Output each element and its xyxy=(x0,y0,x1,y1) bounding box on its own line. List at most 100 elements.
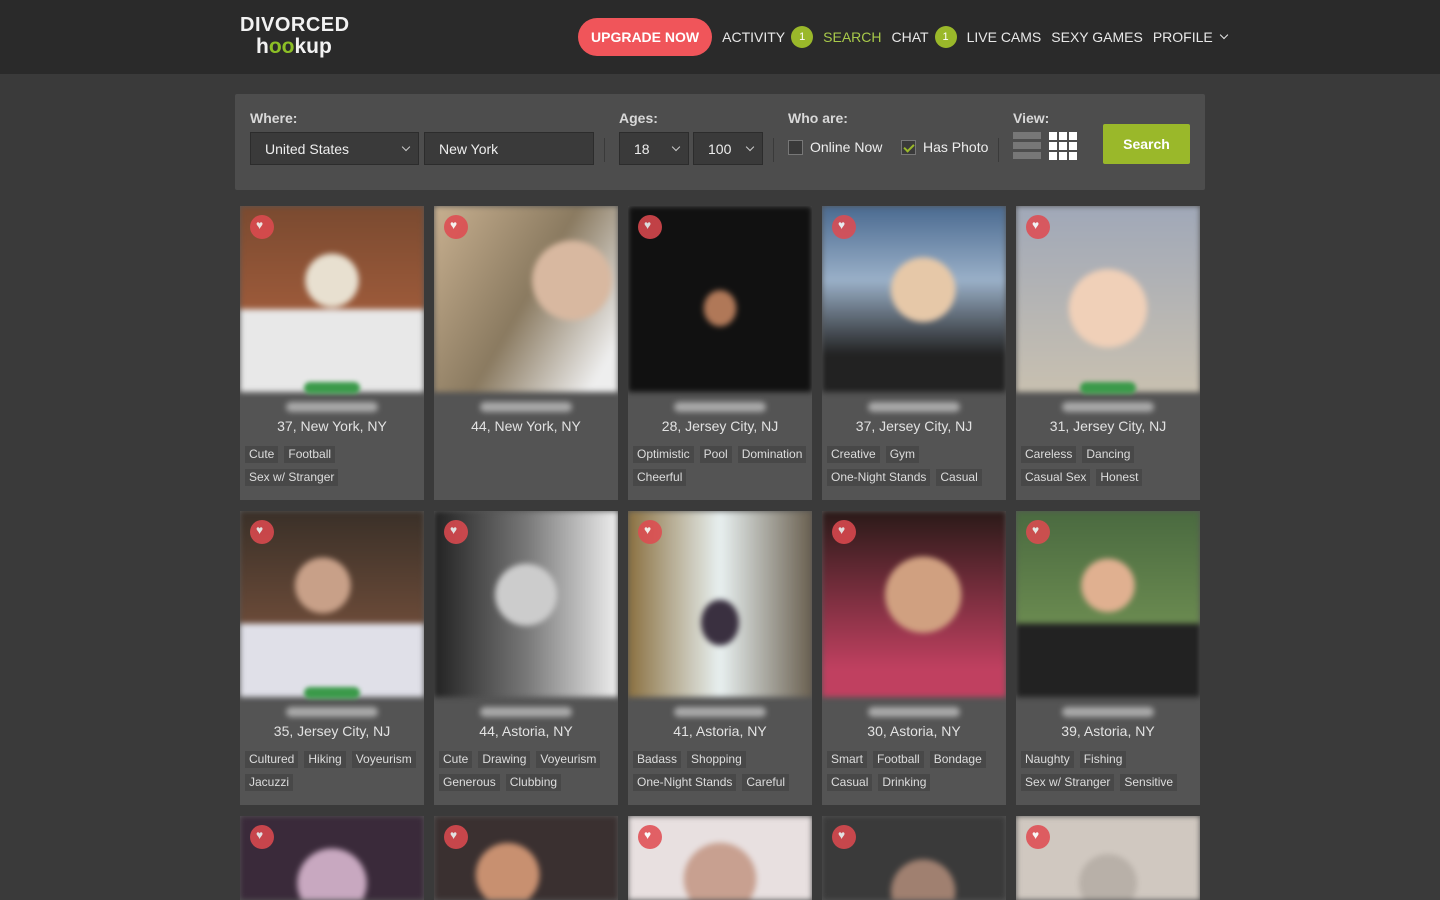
username-blurred[interactable] xyxy=(1062,402,1154,412)
heart-icon[interactable] xyxy=(250,825,274,849)
online-now-checkbox[interactable]: Online Now xyxy=(788,139,882,155)
online-badge xyxy=(1080,382,1136,394)
heart-icon[interactable] xyxy=(250,520,274,544)
nav-sexy-games[interactable]: SEXY GAMES xyxy=(1051,29,1143,45)
profile-card[interactable]: 44, New York, NY xyxy=(434,206,618,500)
profile-card[interactable] xyxy=(1016,816,1200,900)
heart-icon[interactable] xyxy=(638,825,662,849)
username-blurred[interactable] xyxy=(480,402,572,412)
country-select[interactable]: United States xyxy=(250,132,419,165)
interest-tag: Badass xyxy=(633,751,682,768)
interest-tag: Smart xyxy=(827,751,868,768)
checkbox-checked-icon xyxy=(901,139,916,155)
heart-icon[interactable] xyxy=(638,215,662,239)
nav-activity-label: ACTIVITY xyxy=(722,29,786,45)
profile-card[interactable]: 37, Jersey City, NJ Creative Gym One-Night … xyxy=(822,206,1006,500)
heart-icon[interactable] xyxy=(1026,825,1050,849)
main-nav: UPGRADE NOW ACTIVITY 1 SEARCH CHAT 1 LIV… xyxy=(578,18,1237,56)
heart-icon[interactable] xyxy=(1026,520,1050,544)
heart-icon[interactable] xyxy=(444,215,468,239)
nav-profile[interactable]: PROFILE xyxy=(1152,29,1228,45)
interest-tag: Gym xyxy=(885,446,920,463)
profile-card[interactable]: 39, Astoria, NY Naughty Fishing Sex w/ Stra… xyxy=(1016,511,1200,805)
username-blurred[interactable] xyxy=(674,402,766,412)
where-label: Where: xyxy=(250,110,298,126)
search-button[interactable]: Search xyxy=(1103,124,1190,164)
divider xyxy=(998,138,999,162)
interest-tag: Football xyxy=(873,751,924,768)
profile-card[interactable]: 44, Astoria, NY Cute Drawing Voyeurism Gener… xyxy=(434,511,618,805)
interest-tag: One-Night Stands xyxy=(827,469,931,486)
profile-location: 41, Astoria, NY xyxy=(673,723,767,739)
logo-line-2: hookup xyxy=(240,36,350,58)
nav-search[interactable]: SEARCH xyxy=(823,29,881,45)
nav-live-cams[interactable]: LIVE CAMS xyxy=(967,29,1042,45)
heart-icon[interactable] xyxy=(832,520,856,544)
heart-icon[interactable] xyxy=(832,215,856,239)
profile-card[interactable]: 35, Jersey City, NJ Cultured Hiking Voyeuri… xyxy=(240,511,424,805)
interest-tag: Voyeurism xyxy=(536,751,601,768)
site-logo[interactable]: DIVORCED hookup xyxy=(240,14,350,60)
profile-location: 37, Jersey City, NJ xyxy=(855,418,973,434)
heart-icon[interactable] xyxy=(1026,215,1050,239)
heart-icon[interactable] xyxy=(638,520,662,544)
username-blurred[interactable] xyxy=(868,402,960,412)
profile-location: 37, New York, NY xyxy=(277,418,387,434)
profile-location: 35, Jersey City, NJ xyxy=(273,723,391,739)
top-header: DIVORCED hookup UPGRADE NOW ACTIVITY 1 S… xyxy=(0,0,1440,74)
profile-location: 39, Astoria, NY xyxy=(1061,723,1155,739)
profile-card[interactable]: 41, Astoria, NY Badass Shopping One-Night S… xyxy=(628,511,812,805)
grid-view-icon[interactable] xyxy=(1049,132,1077,160)
nav-chat[interactable]: CHAT 1 xyxy=(892,26,957,48)
heart-icon[interactable] xyxy=(444,520,468,544)
interest-tag: Casual Sex xyxy=(1021,469,1091,486)
username-blurred[interactable] xyxy=(480,707,572,717)
profile-card[interactable] xyxy=(240,816,424,900)
interest-tag: Drawing xyxy=(478,751,531,768)
interest-tag: Creative xyxy=(827,446,880,463)
profile-location: 28, Jersey City, NJ xyxy=(661,418,779,434)
profile-card[interactable]: 37, New York, NY Cute Football Sex w/ Stran… xyxy=(240,206,424,500)
profile-card[interactable] xyxy=(628,816,812,900)
username-blurred[interactable] xyxy=(286,707,378,717)
chevron-down-icon xyxy=(745,142,755,152)
nav-profile-label: PROFILE xyxy=(1152,29,1213,45)
age-max-value: 100 xyxy=(708,140,732,157)
profile-location: 44, Astoria, NY xyxy=(479,723,573,739)
interest-tag: Voyeurism xyxy=(351,751,416,768)
heart-icon[interactable] xyxy=(832,825,856,849)
profile-card[interactable]: 31, Jersey City, NJ Careless Dancing Casual… xyxy=(1016,206,1200,500)
view-label: View: xyxy=(1013,110,1050,126)
list-view-icon[interactable] xyxy=(1013,132,1041,160)
profile-card[interactable]: 30, Astoria, NY Smart Football Bondage Casua… xyxy=(822,511,1006,805)
age-min-select[interactable]: 18 xyxy=(619,132,689,165)
interest-tag: Naughty xyxy=(1021,751,1074,768)
country-value: United States xyxy=(265,140,350,157)
profile-card[interactable]: 28, Jersey City, NJ Optimistic Pool Dominat… xyxy=(628,206,812,500)
nav-chat-label: CHAT xyxy=(891,29,929,45)
username-blurred[interactable] xyxy=(868,707,960,717)
username-blurred[interactable] xyxy=(674,707,766,717)
interest-tag: Bondage xyxy=(929,751,986,768)
interest-tag: Cute xyxy=(245,446,279,463)
interest-tag: Drinking xyxy=(878,774,931,791)
interest-tags: Cute Football Sex w/ Stranger xyxy=(245,446,423,486)
city-input[interactable]: New York xyxy=(424,132,594,165)
upgrade-now-button[interactable]: UPGRADE NOW xyxy=(578,18,713,56)
username-blurred[interactable] xyxy=(1062,707,1154,717)
profile-location: 44, New York, NY xyxy=(471,418,581,434)
nav-activity[interactable]: ACTIVITY 1 xyxy=(722,26,814,48)
search-filters-panel: Where: United States New York Ages: 18 1… xyxy=(235,94,1205,190)
interest-tag: Sex w/ Stranger xyxy=(1021,774,1115,791)
age-max-select[interactable]: 100 xyxy=(693,132,763,165)
has-photo-checkbox[interactable]: Has Photo xyxy=(901,139,988,155)
logo-line-1: DIVORCED xyxy=(240,14,350,36)
profile-card[interactable] xyxy=(822,816,1006,900)
interest-tag: One-Night Stands xyxy=(633,774,737,791)
heart-icon[interactable] xyxy=(250,215,274,239)
username-blurred[interactable] xyxy=(286,402,378,412)
profile-card[interactable] xyxy=(434,816,618,900)
heart-icon[interactable] xyxy=(444,825,468,849)
activity-count-badge: 1 xyxy=(791,26,814,48)
interest-tag: Sensitive xyxy=(1120,774,1178,791)
